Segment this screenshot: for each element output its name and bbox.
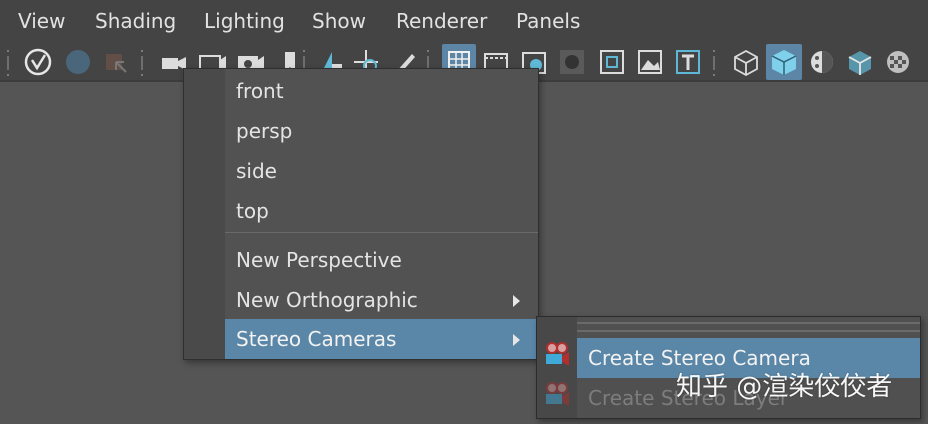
menu-renderer[interactable]: Renderer	[396, 9, 487, 33]
menu-item-stereo-cameras[interactable]: Stereo Cameras	[225, 319, 538, 359]
submenu-arrow-icon	[513, 295, 520, 307]
wire-shaded-cube-icon	[848, 51, 872, 75]
wireframe-on-shaded-button[interactable]	[844, 44, 874, 80]
menu-show[interactable]: Show	[312, 9, 366, 33]
checkerboard-icon	[887, 51, 909, 73]
stereo-camera-icon	[546, 342, 569, 366]
menu-icon-gutter	[184, 69, 225, 359]
camera-dropdown-menu: front persp side top New Perspective New…	[183, 68, 539, 360]
menu-item-front[interactable]: front	[225, 71, 538, 111]
safe-action-button[interactable]	[634, 44, 664, 80]
default-material-button[interactable]	[806, 44, 836, 80]
menu-item-persp[interactable]: persp	[225, 111, 538, 151]
arrow-corner-icon	[106, 54, 127, 73]
toolbar-separator	[712, 50, 716, 76]
menu-item-label: New Perspective	[236, 248, 402, 272]
gate-mask-button[interactable]	[556, 44, 586, 80]
checker-sphere-icon	[811, 51, 833, 73]
submenu-arrow-icon	[513, 334, 520, 346]
watermark-text: 知乎 @渲染佼佼者	[676, 372, 893, 402]
menu-item-new-orthographic[interactable]: New Orthographic	[225, 280, 538, 320]
menu-item-side[interactable]: side	[225, 151, 538, 191]
menu-item-label: New Orthographic	[236, 288, 418, 312]
menu-divider	[225, 232, 538, 233]
sphere-icon	[66, 50, 90, 74]
select-camera-button[interactable]	[22, 44, 52, 80]
panel-menu-bar: View Shading Lighting Show Renderer Pane…	[0, 0, 928, 44]
menu-item-top[interactable]: top	[225, 191, 538, 231]
stereo-layer-icon	[546, 382, 569, 406]
gate-mask-icon	[560, 50, 584, 74]
field-chart-icon	[600, 50, 624, 74]
tear-off-line[interactable]	[577, 322, 920, 324]
lock-camera-button[interactable]	[100, 44, 130, 80]
field-chart-button[interactable]	[596, 44, 626, 80]
menu-item-label: Stereo Cameras	[236, 327, 397, 351]
toolbar-separator	[140, 50, 144, 76]
menu-shading[interactable]: Shading	[95, 9, 176, 33]
wireframe-cube-icon	[734, 49, 758, 76]
toolbar-separator	[6, 50, 10, 76]
shaded-cube-icon	[771, 50, 797, 75]
checkmark-circle-icon	[24, 48, 52, 76]
textured-button[interactable]	[882, 44, 912, 80]
menu-lighting[interactable]: Lighting	[204, 9, 285, 33]
safe-title-button[interactable]	[672, 44, 702, 80]
wireframe-button[interactable]	[730, 44, 760, 80]
title-text-icon	[676, 50, 700, 74]
sphere-toggle-button[interactable]	[62, 44, 92, 80]
menu-item-new-perspective[interactable]: New Perspective	[225, 240, 538, 280]
image-frame-icon	[638, 50, 662, 74]
menu-view[interactable]: View	[18, 9, 65, 33]
smooth-shade-button[interactable]	[766, 44, 802, 80]
menu-panels[interactable]: Panels	[516, 9, 580, 33]
tear-off-line[interactable]	[577, 330, 920, 332]
